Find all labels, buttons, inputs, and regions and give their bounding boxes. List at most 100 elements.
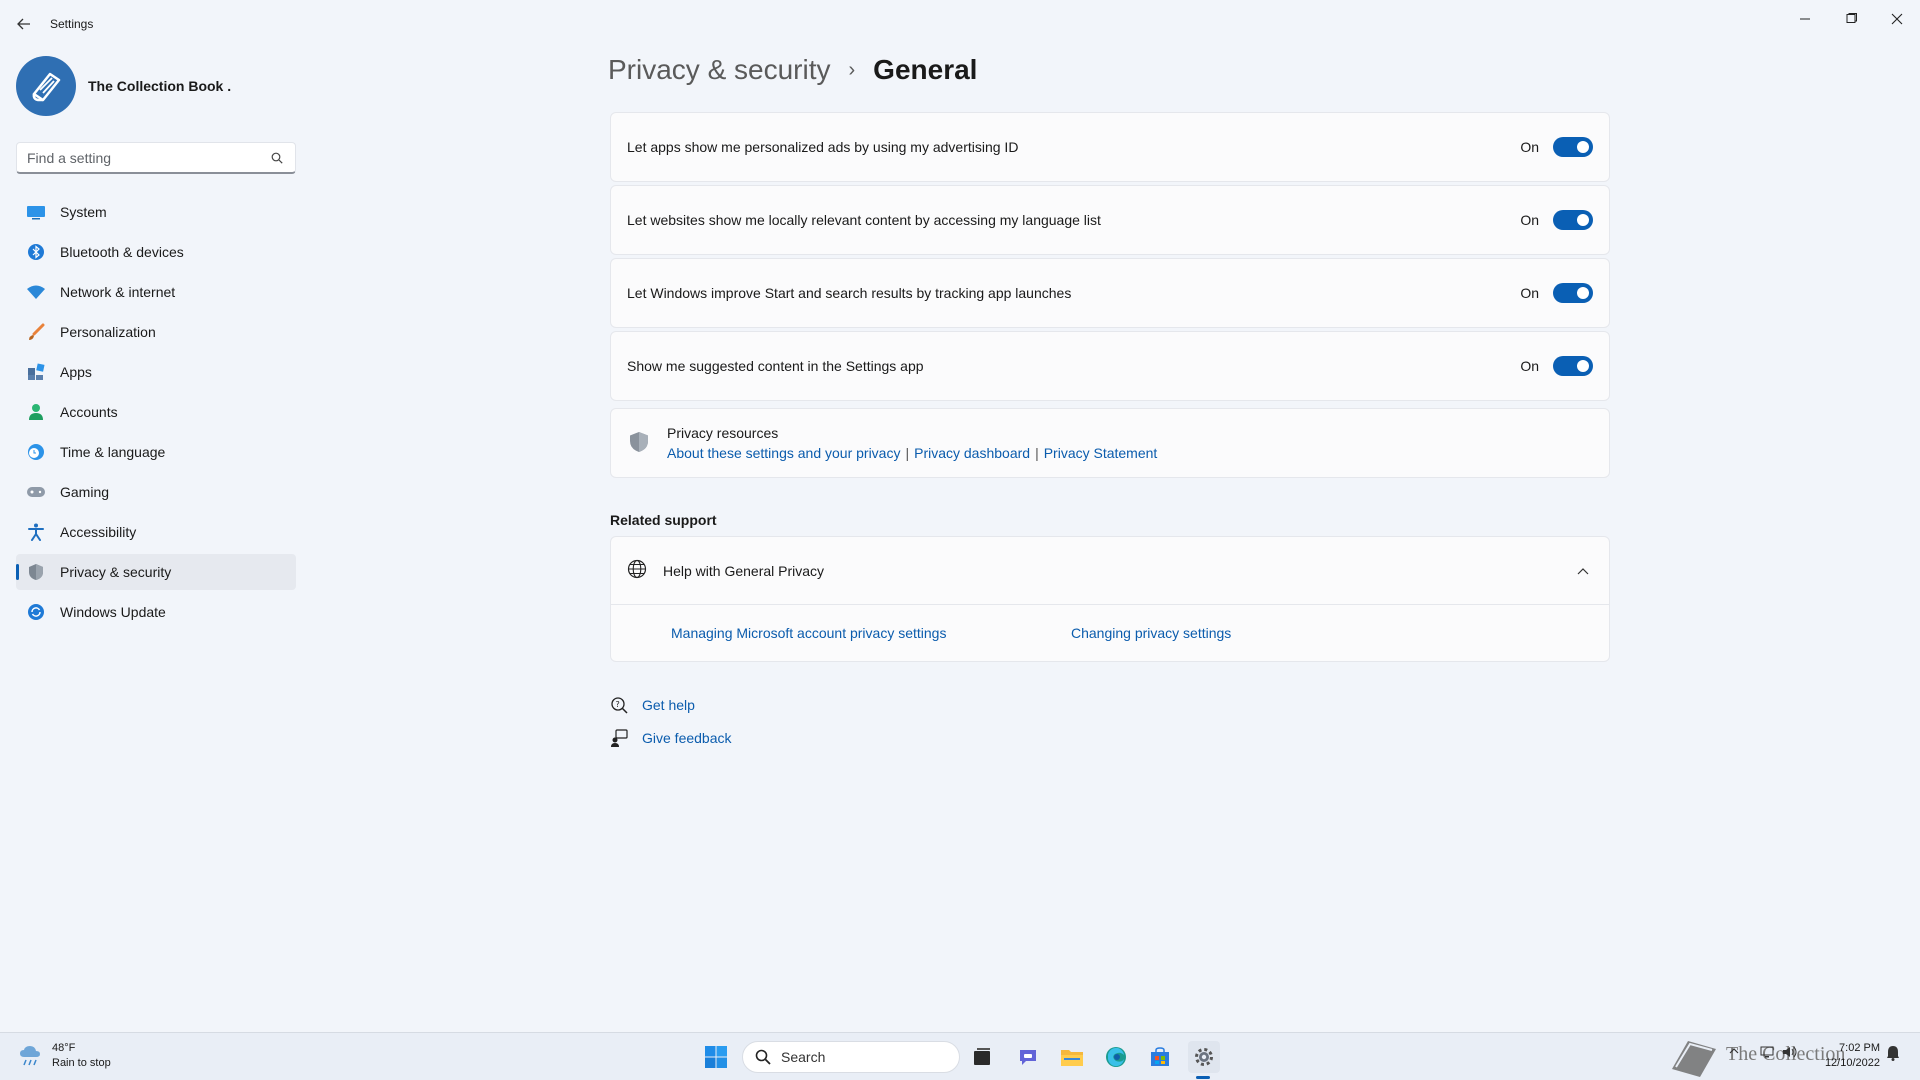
windows-start-icon	[705, 1046, 727, 1068]
app-launch-tracking-toggle[interactable]	[1553, 283, 1593, 303]
taskbar-clock[interactable]: 7:02 PM 12/10/2022	[1808, 1041, 1880, 1071]
breadcrumb-parent[interactable]: Privacy & security	[608, 54, 831, 86]
brush-icon	[26, 322, 46, 342]
sidebar-item-windows-update[interactable]: Windows Update	[16, 594, 296, 630]
book-logo-icon	[32, 72, 61, 102]
close-button[interactable]	[1874, 4, 1920, 34]
sidebar-item-label: Time & language	[60, 444, 166, 460]
give-feedback-link[interactable]: Give feedback	[642, 730, 732, 746]
store-button[interactable]	[1144, 1041, 1176, 1073]
help-expander-header[interactable]: Help with General Privacy	[611, 537, 1609, 605]
get-help-link[interactable]: Get help	[642, 697, 695, 713]
notification-icon[interactable]	[1886, 1045, 1900, 1064]
apps-icon	[26, 362, 46, 382]
privacy-resources: Privacy resources About these settings a…	[610, 408, 1610, 478]
settings-icon	[1195, 1048, 1213, 1066]
feedback-icon	[610, 729, 628, 747]
sidebar-item-label: System	[60, 204, 107, 220]
privacy-statement-link[interactable]: Privacy Statement	[1044, 445, 1158, 461]
edge-button[interactable]	[1100, 1041, 1132, 1073]
teams-chat-button[interactable]	[1012, 1041, 1044, 1073]
about-privacy-settings-link[interactable]: About these settings and your privacy	[667, 445, 900, 461]
taskbar-search-label: Search	[781, 1049, 826, 1065]
network-tray-icon[interactable]	[1760, 1045, 1776, 1062]
help-expander-title: Help with General Privacy	[663, 562, 825, 579]
sidebar-item-apps[interactable]: Apps	[16, 354, 296, 390]
suggested-content-toggle[interactable]	[1553, 356, 1593, 376]
weather-widget[interactable]: 48°F Rain to stop	[18, 1041, 111, 1071]
sidebar-item-gaming[interactable]: Gaming	[16, 474, 296, 510]
controller-icon	[26, 482, 46, 502]
maximize-button[interactable]	[1828, 4, 1874, 34]
sidebar-item-system[interactable]: System	[16, 194, 296, 230]
minimize-button[interactable]	[1782, 4, 1828, 34]
search-icon[interactable]	[269, 150, 285, 166]
profile-name: The Collection Book .	[88, 78, 232, 94]
search-input[interactable]	[27, 149, 269, 166]
managing-account-privacy-link[interactable]: Managing Microsoft account privacy setti…	[671, 625, 946, 641]
setting-label: Show me suggested content in the Setting…	[627, 358, 924, 374]
sidebar-item-network[interactable]: Network & internet	[16, 274, 296, 310]
get-help-icon: ?	[610, 696, 628, 714]
active-app-indicator	[1196, 1076, 1210, 1079]
toggle-knob	[1577, 141, 1589, 153]
back-button[interactable]	[12, 12, 36, 36]
sidebar-item-label: Windows Update	[60, 604, 166, 620]
sidebar-item-privacy-security[interactable]: Privacy & security	[16, 554, 296, 590]
globe-icon	[627, 559, 647, 582]
sidebar-item-time-language[interactable]: Time & language	[16, 434, 296, 470]
sidebar-item-label: Network & internet	[60, 284, 176, 300]
give-feedback-row[interactable]: Give feedback	[610, 729, 732, 747]
toggle-knob	[1577, 214, 1589, 226]
get-help-row[interactable]: ? Get help	[610, 696, 695, 714]
weather-desc: Rain to stop	[52, 1057, 111, 1069]
system-icon	[26, 202, 46, 222]
toggle-state-label: On	[1520, 285, 1539, 301]
wifi-icon	[26, 282, 46, 302]
privacy-resources-title: Privacy resources	[667, 425, 779, 441]
sidebar-item-accessibility[interactable]: Accessibility	[16, 514, 296, 550]
tray-chevron-icon[interactable]	[1728, 1045, 1740, 1060]
sidebar-nav: System Bluetooth & devices Network & int…	[16, 194, 296, 634]
user-profile[interactable]: The Collection Book .	[16, 56, 231, 116]
person-icon	[26, 402, 46, 422]
sidebar-item-label: Apps	[60, 364, 92, 380]
privacy-dashboard-link[interactable]: Privacy dashboard	[914, 445, 1030, 461]
back-arrow-icon	[17, 18, 30, 30]
volume-icon[interactable]	[1782, 1045, 1798, 1062]
sidebar-item-label: Personalization	[60, 324, 156, 340]
file-explorer-icon	[1061, 1050, 1083, 1066]
link-separator: |	[1035, 445, 1039, 461]
app-title: Settings	[50, 17, 94, 31]
sidebar-item-bluetooth[interactable]: Bluetooth & devices	[16, 234, 296, 270]
settings-taskbar-button[interactable]	[1188, 1041, 1220, 1073]
chevron-up-icon[interactable]	[1573, 561, 1593, 581]
setting-suggested-content: Show me suggested content in the Setting…	[610, 331, 1610, 401]
windows-start-button[interactable]	[700, 1041, 732, 1073]
changing-privacy-settings-link[interactable]: Changing privacy settings	[1071, 625, 1231, 641]
shield-icon	[26, 562, 46, 582]
settings-search[interactable]	[16, 142, 296, 174]
sidebar-item-label: Privacy & security	[60, 564, 172, 580]
clock-globe-icon	[26, 442, 46, 462]
link-separator: |	[905, 445, 910, 461]
sidebar-item-accounts[interactable]: Accounts	[16, 394, 296, 430]
advertising-id-toggle[interactable]	[1553, 137, 1593, 157]
setting-advertising-id: Let apps show me personalized ads by usi…	[610, 112, 1610, 182]
help-general-privacy-card: Help with General Privacy Managing Micro…	[610, 536, 1610, 662]
related-support-heading: Related support	[610, 512, 717, 528]
sidebar-item-label: Accessibility	[60, 524, 137, 540]
taskbar-search[interactable]: Search	[742, 1041, 960, 1073]
task-view-button[interactable]	[966, 1041, 998, 1073]
accessibility-icon	[26, 522, 46, 542]
sidebar-item-label: Accounts	[60, 404, 118, 420]
minimize-icon	[1800, 18, 1810, 20]
rain-cloud-icon	[20, 1046, 40, 1066]
language-list-toggle[interactable]	[1553, 210, 1593, 230]
sidebar-item-personalization[interactable]: Personalization	[16, 314, 296, 350]
teams-chat-icon	[1020, 1050, 1036, 1065]
file-explorer-button[interactable]	[1056, 1041, 1088, 1073]
clock-date: 12/10/2022	[1824, 1057, 1880, 1069]
sidebar-item-label: Gaming	[60, 484, 110, 500]
privacy-shield-icon	[627, 430, 651, 457]
